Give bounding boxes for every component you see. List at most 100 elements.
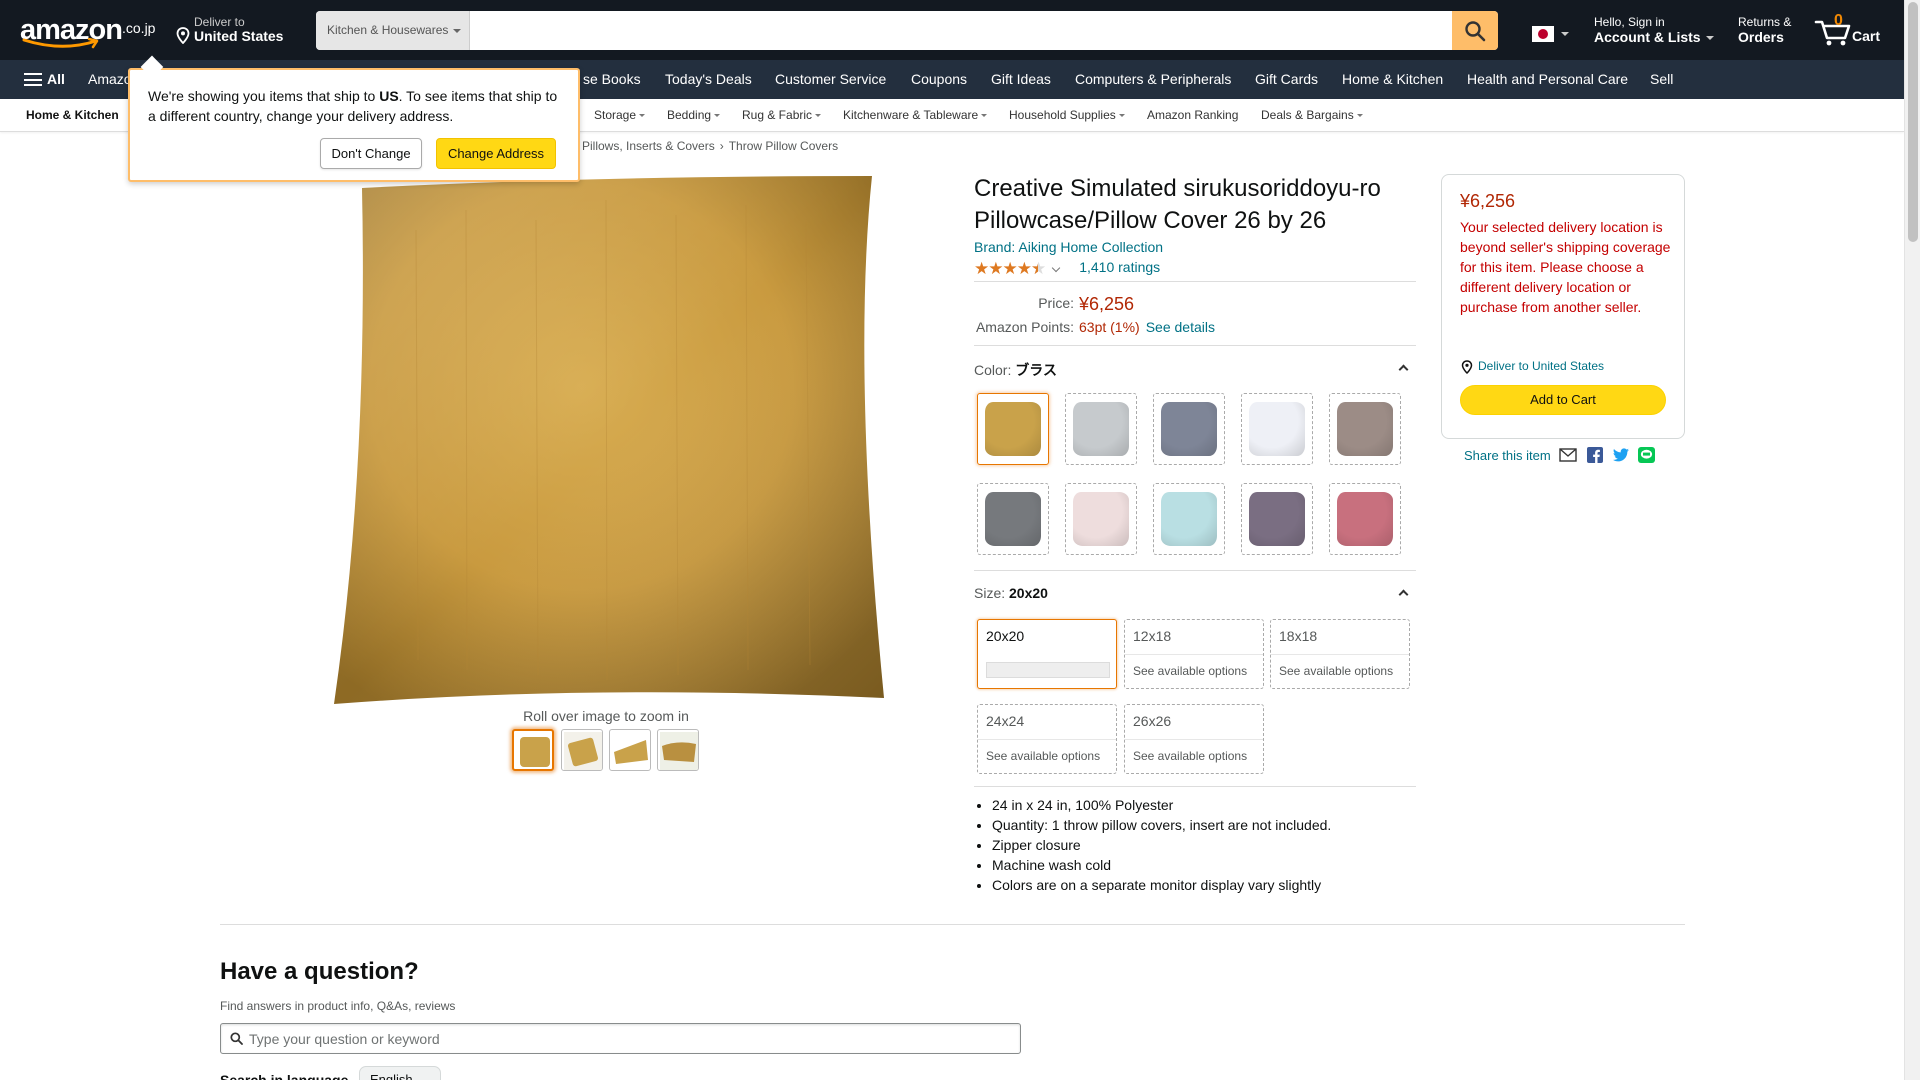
search-category-select[interactable]: Kitchen & Housewares xyxy=(316,11,470,50)
logo-smile-icon xyxy=(22,38,99,49)
japan-flag-icon xyxy=(1532,26,1554,42)
price-label: Price: xyxy=(1038,295,1074,311)
points-value: 63pt (1%) See details xyxy=(1079,319,1215,335)
nav-item-gift-cards[interactable]: Gift Cards xyxy=(1255,60,1318,99)
thumbnail[interactable] xyxy=(657,729,699,771)
subnav-deals[interactable]: Deals & Bargains xyxy=(1261,99,1363,132)
page-scrollbar[interactable] xyxy=(1904,0,1920,1080)
subnav-storage[interactable]: Storage xyxy=(594,99,646,132)
change-address-button[interactable]: Change Address xyxy=(436,138,556,169)
color-swatch[interactable] xyxy=(1329,393,1401,465)
feature-bullet: Zipper closure xyxy=(992,835,1424,855)
qa-subtitle: Find answers in product info, Q&As, revi… xyxy=(220,999,456,1013)
nav-item-customer-service[interactable]: Customer Service xyxy=(775,60,886,99)
thumbnail-image xyxy=(564,732,602,770)
points-details-link[interactable]: See details xyxy=(1146,319,1215,335)
dont-change-button[interactable]: Don't Change xyxy=(320,138,422,169)
divider xyxy=(1125,654,1263,655)
account-and-lists[interactable]: Hello, Sign in Account & Lists xyxy=(1594,15,1714,45)
swatch-pillow-image xyxy=(1073,492,1129,546)
swatch-pillow-image xyxy=(985,402,1041,456)
location-pin-icon xyxy=(176,27,190,44)
size-option-label: 24x24 xyxy=(986,713,1025,729)
nav-item-home-kitchen[interactable]: Home & Kitchen xyxy=(1342,60,1443,99)
nav-item-coupons[interactable]: Coupons xyxy=(911,60,967,99)
color-swatch[interactable] xyxy=(977,393,1049,465)
color-swatch[interactable] xyxy=(1241,483,1313,555)
size-option-24x24[interactable]: 24x24 See available options xyxy=(977,704,1117,774)
popover-country: US xyxy=(379,88,399,104)
thumbnail[interactable] xyxy=(561,729,603,771)
color-swatch[interactable] xyxy=(1241,393,1313,465)
star-rating-icon: ★★★★★★ xyxy=(974,259,1046,278)
delivery-location-popover: We're showing you items that ship to US.… xyxy=(128,55,580,182)
qa-language-label: Search in language xyxy=(220,1072,349,1080)
deliver-to-link[interactable]: Deliver to United States xyxy=(1460,359,1604,374)
all-label: All xyxy=(47,71,65,87)
nav-item-health[interactable]: Health and Personal Care xyxy=(1467,60,1628,99)
collapse-size-icon[interactable] xyxy=(1398,589,1409,600)
breadcrumb-item[interactable]: Pillows, Inserts & Covers xyxy=(582,139,715,153)
breadcrumb-item[interactable]: Throw Pillow Covers xyxy=(729,139,838,153)
all-menu-button[interactable]: All xyxy=(22,60,65,99)
divider xyxy=(978,739,1116,740)
twitter-icon[interactable] xyxy=(1612,447,1630,463)
collapse-color-icon[interactable] xyxy=(1398,364,1409,375)
thumbnail[interactable] xyxy=(512,729,554,771)
subnav-household-label: Household Supplies xyxy=(1009,108,1116,122)
logo-tld: .co.jp xyxy=(122,20,156,36)
thumbnail-image xyxy=(660,732,698,770)
add-to-cart-button[interactable]: Add to Cart xyxy=(1460,385,1666,415)
subnav-home-kitchen[interactable]: Home & Kitchen xyxy=(26,99,119,132)
facebook-icon[interactable] xyxy=(1587,447,1603,463)
color-swatch[interactable] xyxy=(1065,483,1137,555)
color-swatch[interactable] xyxy=(1065,393,1137,465)
size-label-row: Size: 20x20 xyxy=(974,585,1048,601)
subnav-kitchenware[interactable]: Kitchenware & Tableware xyxy=(843,99,988,132)
size-option-20x20[interactable]: 20x20 xyxy=(977,619,1117,689)
see-options-text: See available options xyxy=(1133,749,1248,763)
amazon-logo[interactable]: amazon .co.jp xyxy=(20,12,156,49)
caret-down-icon xyxy=(1118,114,1125,118)
size-option-12x18[interactable]: 12x18 See available options xyxy=(1124,619,1264,689)
nav-item-todays-deals[interactable]: Today's Deals xyxy=(665,60,752,99)
search-input[interactable] xyxy=(470,11,1450,50)
color-swatch[interactable] xyxy=(977,483,1049,555)
returns-and-orders[interactable]: Returns & Orders xyxy=(1738,15,1791,45)
nav-item-books[interactable]: se Books xyxy=(583,60,641,99)
size-option-26x26[interactable]: 26x26 See available options xyxy=(1124,704,1264,774)
section-divider xyxy=(220,924,1685,925)
nav-item-gift-ideas[interactable]: Gift Ideas xyxy=(991,60,1051,99)
product-main-image[interactable] xyxy=(326,170,886,710)
points-label: Amazon Points: xyxy=(975,319,1074,335)
ratings-count-link[interactable]: 1,410 ratings xyxy=(1079,259,1160,275)
caret-down-icon xyxy=(453,28,462,33)
email-icon[interactable] xyxy=(1559,447,1577,463)
subnav-amazon-ranking[interactable]: Amazon Ranking xyxy=(1147,99,1238,132)
scrollbar-thumb[interactable] xyxy=(1908,2,1918,242)
size-option-18x18[interactable]: 18x18 See available options xyxy=(1270,619,1410,689)
brand-link[interactable]: Brand: Aiking Home Collection xyxy=(974,239,1163,255)
caret-down-icon xyxy=(815,114,822,118)
color-swatch[interactable] xyxy=(1153,483,1225,555)
color-swatch[interactable] xyxy=(1329,483,1401,555)
buybox-price: ¥6,256 xyxy=(1460,191,1516,211)
qa-language-value: English xyxy=(370,1072,413,1080)
color-swatch[interactable] xyxy=(1153,393,1225,465)
thumbnail[interactable] xyxy=(609,729,651,771)
rating-summary[interactable]: ★★★★★★ 1,410 ratings xyxy=(974,259,1160,278)
nav-item-computers[interactable]: Computers & Peripherals xyxy=(1075,60,1231,99)
language-selector[interactable] xyxy=(1532,26,1569,45)
subnav-household[interactable]: Household Supplies xyxy=(1009,99,1125,132)
feature-bullet: Colors are on a separate monitor display… xyxy=(992,875,1424,895)
qa-search-input[interactable] xyxy=(249,1024,1009,1053)
line-icon[interactable] xyxy=(1638,447,1655,463)
search-button[interactable] xyxy=(1452,11,1498,50)
subnav-rug-fabric[interactable]: Rug & Fabric xyxy=(742,99,822,132)
nav-item-sell[interactable]: Sell xyxy=(1650,60,1673,99)
points-percent: (1%) xyxy=(1110,319,1140,335)
subnav-bedding[interactable]: Bedding xyxy=(667,99,721,132)
qa-language-select[interactable]: English xyxy=(359,1066,441,1080)
swatch-pillow-image xyxy=(1249,492,1305,546)
price-value: ¥6,256 xyxy=(1079,294,1135,314)
